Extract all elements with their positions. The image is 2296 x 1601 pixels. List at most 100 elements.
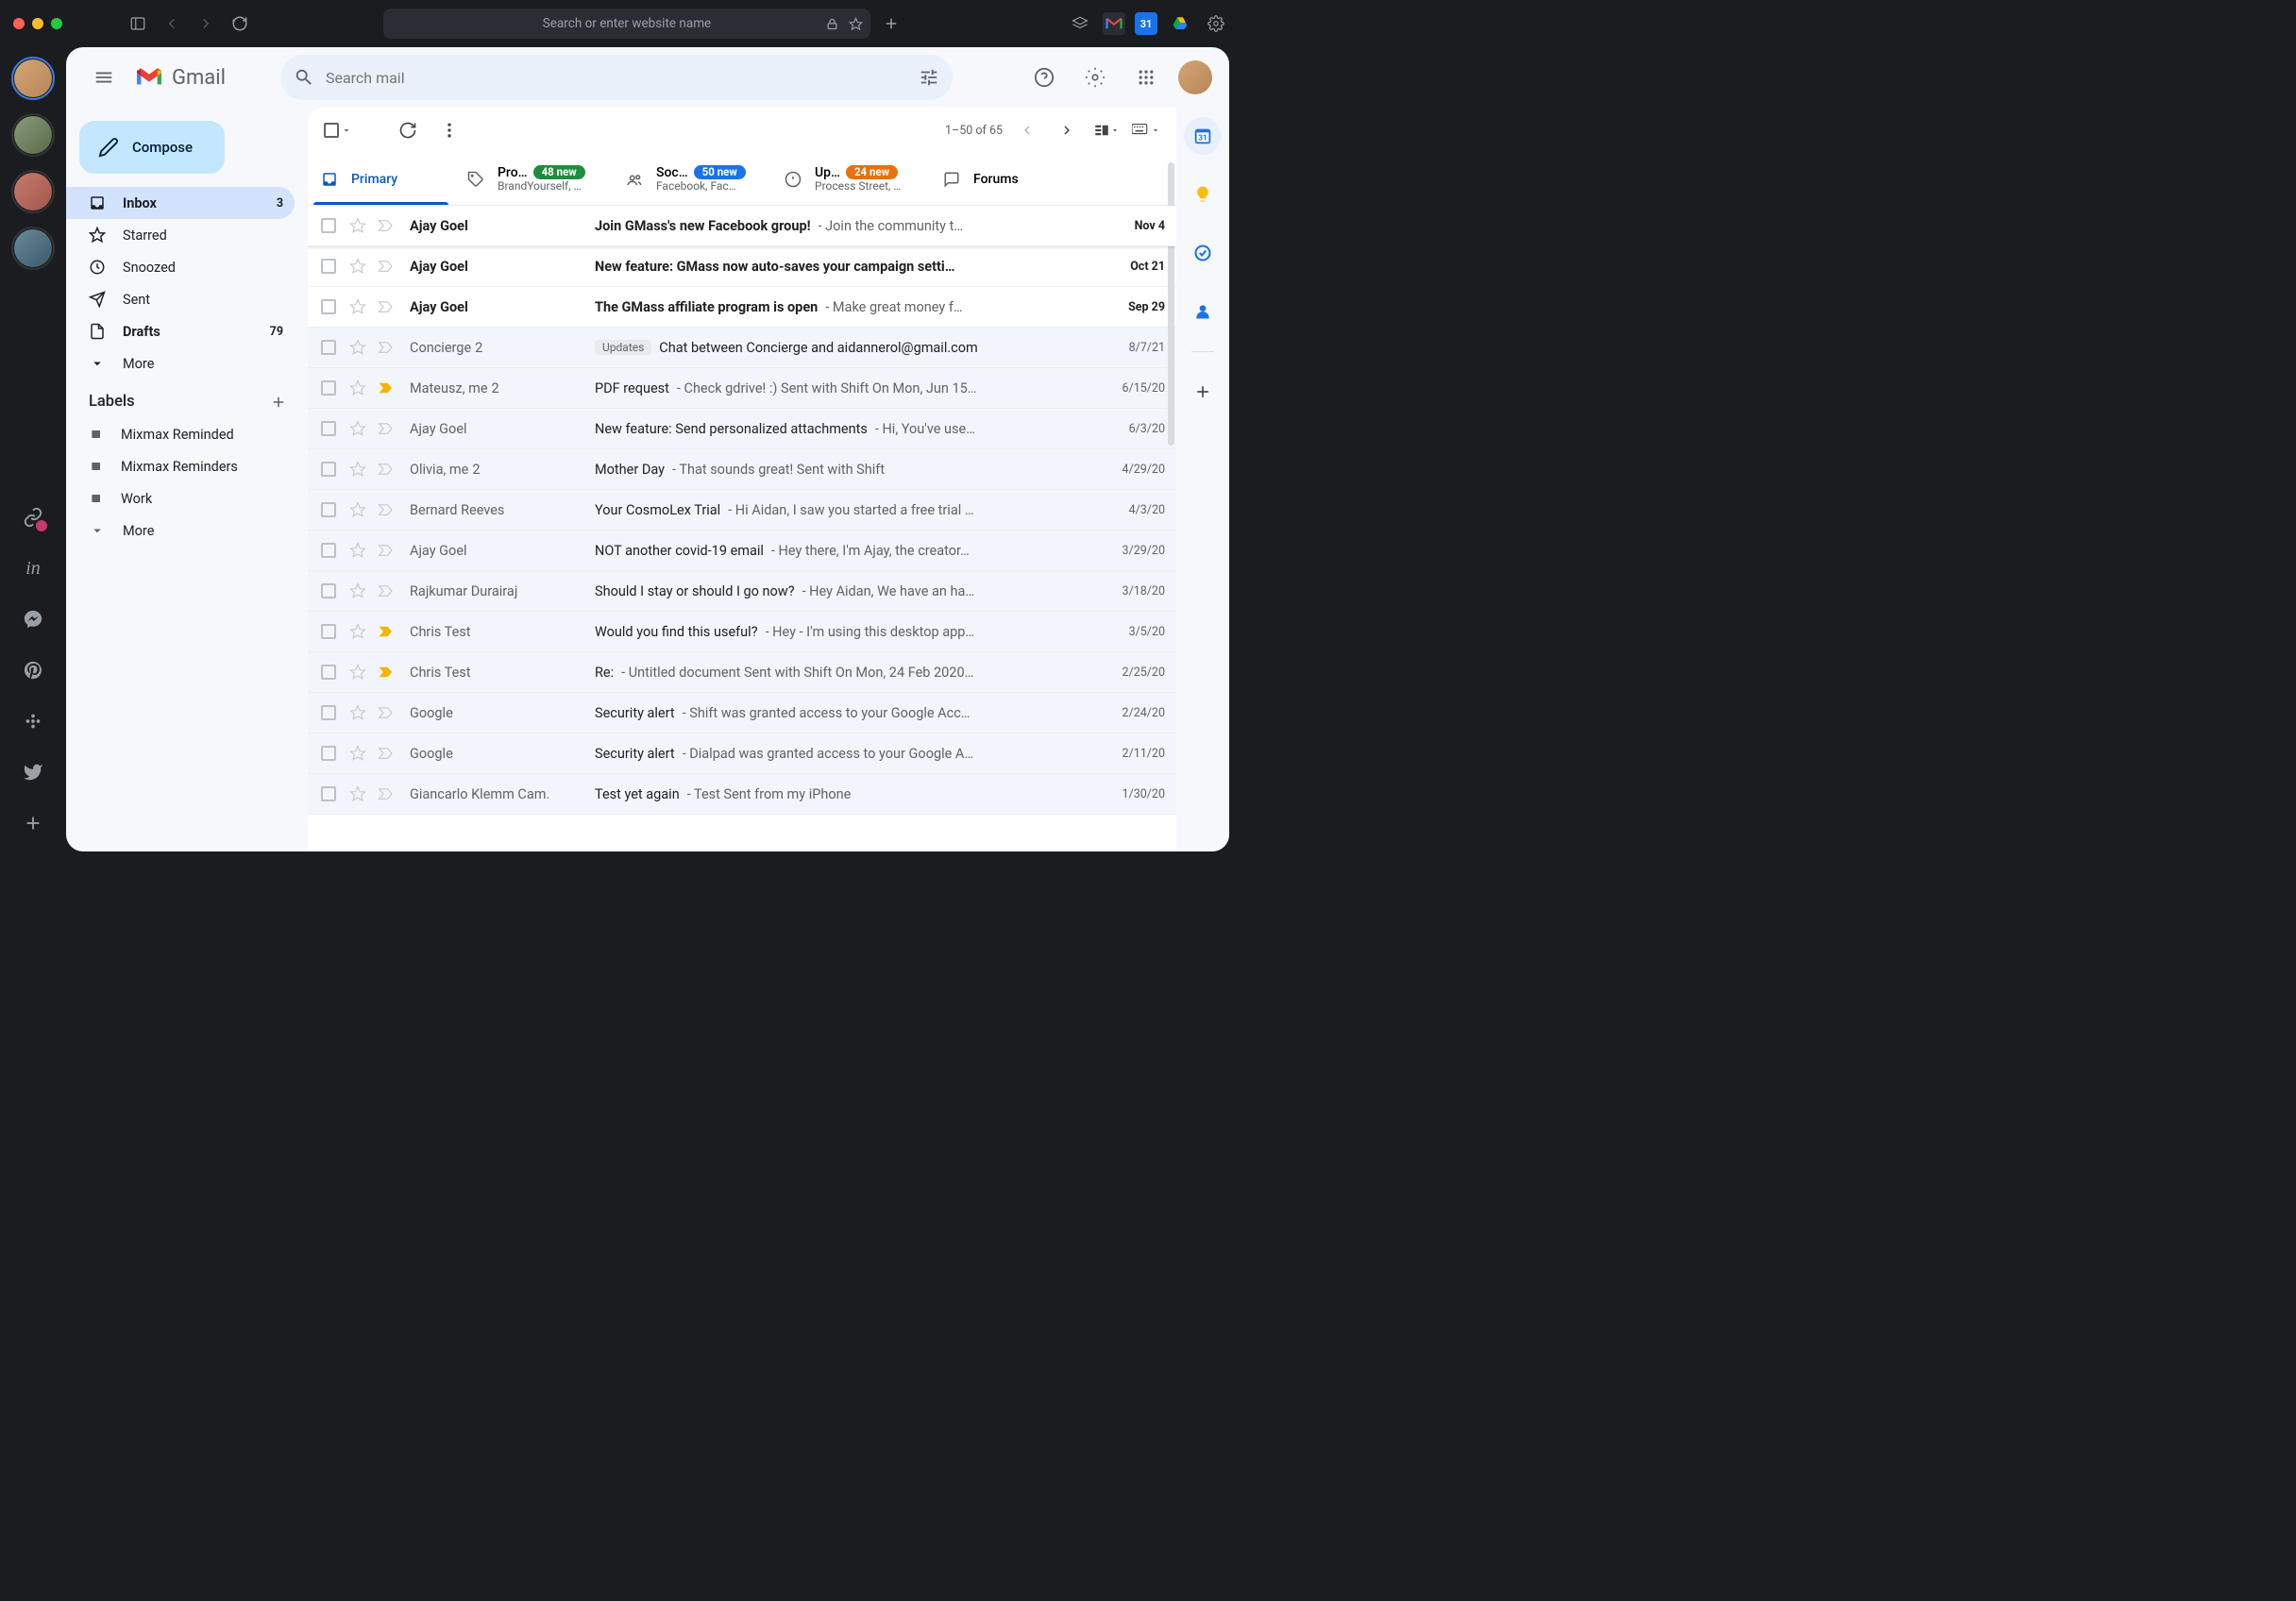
tasks-sidepanel-icon[interactable] bbox=[1184, 234, 1222, 272]
star-icon[interactable] bbox=[349, 745, 368, 762]
importance-icon[interactable] bbox=[378, 503, 397, 516]
tab-primary[interactable]: Primary bbox=[308, 153, 454, 205]
row-checkbox[interactable] bbox=[321, 218, 340, 233]
get-addons-icon[interactable] bbox=[1184, 373, 1222, 411]
twitter-icon[interactable] bbox=[14, 753, 52, 791]
scrollbar[interactable] bbox=[1168, 162, 1174, 446]
profile-avatar[interactable] bbox=[1178, 60, 1212, 94]
star-icon[interactable] bbox=[349, 785, 368, 802]
importance-icon[interactable] bbox=[378, 341, 397, 354]
importance-icon[interactable] bbox=[378, 666, 397, 679]
next-page-icon[interactable] bbox=[1052, 115, 1082, 145]
row-checkbox[interactable] bbox=[321, 746, 340, 761]
star-icon[interactable] bbox=[349, 704, 368, 721]
keep-sidepanel-icon[interactable] bbox=[1184, 176, 1222, 213]
input-tools-icon[interactable] bbox=[1131, 115, 1161, 145]
nav-item-snoozed[interactable]: Snoozed bbox=[66, 251, 295, 283]
star-icon[interactable] bbox=[349, 664, 368, 681]
row-checkbox[interactable] bbox=[321, 502, 340, 517]
search-options-icon[interactable] bbox=[919, 67, 939, 88]
importance-icon[interactable] bbox=[378, 544, 397, 557]
importance-icon[interactable] bbox=[378, 625, 397, 638]
email-row[interactable]: Ajay Goel The GMass affiliate program is… bbox=[308, 287, 1176, 328]
importance-icon[interactable] bbox=[378, 584, 397, 598]
row-checkbox[interactable] bbox=[321, 665, 340, 680]
email-row[interactable]: Ajay Goel New feature: Send personalized… bbox=[308, 409, 1176, 449]
email-row[interactable]: Olivia, me2 Mother Day - That sounds gre… bbox=[308, 449, 1176, 490]
label-item[interactable]: Mixmax Reminded bbox=[66, 418, 308, 450]
select-all-checkbox[interactable] bbox=[323, 115, 353, 145]
row-checkbox[interactable] bbox=[321, 380, 340, 396]
slack-icon[interactable] bbox=[14, 702, 52, 740]
invision-icon[interactable]: in bbox=[14, 549, 52, 587]
account-avatar-3[interactable] bbox=[11, 170, 55, 213]
email-row[interactable]: Concierge2 Updates Chat between Concierg… bbox=[308, 328, 1176, 368]
star-icon[interactable] bbox=[349, 542, 368, 559]
calendar-app-icon[interactable]: 31 bbox=[1135, 12, 1157, 35]
compose-button[interactable]: Compose bbox=[79, 121, 225, 174]
split-view-icon[interactable] bbox=[1091, 115, 1122, 145]
nav-item-sent[interactable]: Sent bbox=[66, 283, 295, 315]
sidebar-toggle-icon[interactable] bbox=[125, 10, 151, 37]
tab-up[interactable]: Up…24 newProcess Street, … bbox=[771, 153, 930, 205]
email-row[interactable]: Mateusz, me2 PDF request - Check gdrive!… bbox=[308, 368, 1176, 409]
importance-icon[interactable] bbox=[378, 300, 397, 313]
search-input[interactable] bbox=[326, 69, 919, 87]
row-checkbox[interactable] bbox=[321, 421, 340, 436]
email-row[interactable]: Ajay Goel New feature: GMass now auto-sa… bbox=[308, 246, 1176, 287]
refresh-icon[interactable] bbox=[393, 115, 423, 145]
email-row[interactable]: Google Security alert - Shift was grante… bbox=[308, 693, 1176, 733]
email-row[interactable]: Chris Test Would you find this useful? -… bbox=[308, 612, 1176, 652]
main-menu-icon[interactable] bbox=[83, 57, 125, 98]
close-window-button[interactable] bbox=[13, 18, 25, 29]
account-avatar-4[interactable] bbox=[11, 227, 55, 270]
email-row[interactable]: Giancarlo Klemm Cam. Test yet again - Te… bbox=[308, 774, 1176, 815]
account-avatar-1[interactable] bbox=[11, 57, 55, 100]
messenger-icon[interactable] bbox=[14, 600, 52, 638]
minimize-window-button[interactable] bbox=[32, 18, 43, 29]
star-icon[interactable] bbox=[349, 379, 368, 396]
maximize-window-button[interactable] bbox=[51, 18, 62, 29]
more-actions-icon[interactable] bbox=[434, 115, 464, 145]
star-icon[interactable] bbox=[349, 339, 368, 356]
prev-page-icon[interactable] bbox=[1012, 115, 1042, 145]
reload-icon[interactable] bbox=[227, 10, 253, 37]
star-icon[interactable] bbox=[349, 258, 368, 275]
gmail-app-icon[interactable] bbox=[1103, 12, 1125, 35]
account-avatar-2[interactable] bbox=[11, 113, 55, 157]
google-drive-icon[interactable] bbox=[1167, 10, 1193, 37]
star-icon[interactable] bbox=[349, 420, 368, 437]
row-checkbox[interactable] bbox=[321, 543, 340, 558]
row-checkbox[interactable] bbox=[321, 705, 340, 720]
email-row[interactable]: Google Security alert - Dialpad was gran… bbox=[308, 733, 1176, 774]
tab-forums[interactable]: Forums bbox=[930, 153, 1089, 205]
link-icon[interactable] bbox=[14, 498, 52, 536]
nav-item-starred[interactable]: Starred bbox=[66, 219, 295, 251]
importance-icon[interactable] bbox=[378, 463, 397, 476]
importance-icon[interactable] bbox=[378, 787, 397, 800]
layers-icon[interactable] bbox=[1067, 10, 1093, 37]
importance-icon[interactable] bbox=[378, 747, 397, 760]
importance-icon[interactable] bbox=[378, 381, 397, 395]
star-icon[interactable] bbox=[349, 461, 368, 478]
gmail-logo[interactable]: Gmail bbox=[134, 66, 226, 90]
row-checkbox[interactable] bbox=[321, 624, 340, 639]
browser-settings-icon[interactable] bbox=[1203, 10, 1229, 37]
email-row[interactable]: Ajay Goel NOT another covid-19 email - H… bbox=[308, 531, 1176, 571]
star-icon[interactable] bbox=[349, 501, 368, 518]
row-checkbox[interactable] bbox=[321, 786, 340, 801]
row-checkbox[interactable] bbox=[321, 340, 340, 355]
importance-icon[interactable] bbox=[378, 260, 397, 273]
apps-grid-icon[interactable] bbox=[1127, 59, 1165, 96]
star-icon[interactable] bbox=[349, 298, 368, 315]
contacts-sidepanel-icon[interactable] bbox=[1184, 293, 1222, 330]
calendar-sidepanel-icon[interactable]: 31 bbox=[1184, 117, 1222, 155]
star-icon[interactable] bbox=[349, 217, 368, 234]
label-item[interactable]: Work bbox=[66, 482, 308, 514]
label-item[interactable]: More bbox=[66, 514, 308, 547]
back-icon[interactable] bbox=[159, 10, 185, 37]
bookmark-star-icon[interactable] bbox=[849, 17, 863, 31]
add-account-icon[interactable] bbox=[14, 804, 52, 842]
row-checkbox[interactable] bbox=[321, 583, 340, 598]
email-row[interactable]: Rajkumar Durairaj Should I stay or shoul… bbox=[308, 571, 1176, 612]
